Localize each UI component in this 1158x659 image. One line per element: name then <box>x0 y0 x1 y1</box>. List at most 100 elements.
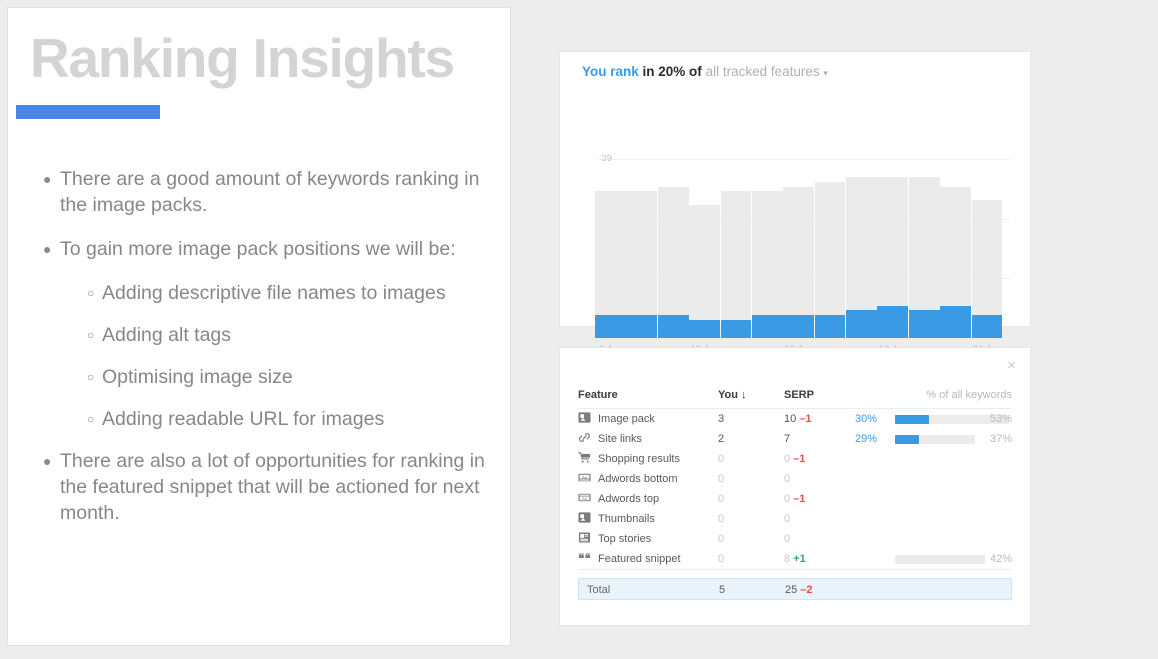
image-pack-icon <box>578 411 591 424</box>
total-you: 5 <box>719 584 726 596</box>
close-icon[interactable]: × <box>1007 358 1016 373</box>
cell-you: 3 <box>718 413 725 425</box>
cell-serp: 0 <box>784 529 854 549</box>
your-percent-label: 30% <box>855 413 878 425</box>
chart-bar-you-rank <box>657 315 689 338</box>
chart-bar-you-rank <box>908 310 940 338</box>
serp-value: 0 <box>784 513 791 525</box>
shopping-cart-icon <box>578 451 591 464</box>
your-percent-label: 29% <box>855 433 878 445</box>
serp-features-table: Feature You ↓ SERP % of all keywords Image p… <box>578 382 1012 600</box>
chart-bar-group[interactable] <box>908 152 940 338</box>
chart-bar-you-rank <box>783 315 815 338</box>
sub-bullet-item: ○ Optimising image size <box>72 364 490 390</box>
slide-canvas: Ranking Insights ● There are a good amoun… <box>0 0 1158 659</box>
chart-bar-group[interactable] <box>751 152 783 338</box>
serp-delta: –1 <box>793 493 806 505</box>
chart-bar-you-rank <box>877 305 909 338</box>
chart-bar-group[interactable] <box>689 152 720 338</box>
bullet-text: There are also a lot of opportunities fo… <box>60 450 485 524</box>
bullet-marker-icon: ○ <box>87 286 95 300</box>
cell-you: 0 <box>718 453 725 465</box>
total-serp-value: 25 <box>785 584 798 596</box>
chart-bar-you-rank <box>814 315 846 338</box>
sub-bullet-item: ○ Adding alt tags <box>72 322 490 348</box>
chart-bar-you-rank <box>971 315 1003 338</box>
bullet-text: Adding descriptive file names to images <box>102 282 446 304</box>
top-stories-icon <box>578 531 591 544</box>
chart-bar-group[interactable] <box>626 152 658 338</box>
serp-delta: +1 <box>793 553 806 565</box>
chart-bar-you-rank <box>626 315 658 338</box>
svg-text:Ad: Ad <box>582 496 587 501</box>
cell-you: 0 <box>718 533 725 545</box>
bullet-text: Adding readable URL for images <box>102 408 385 430</box>
column-header-feature[interactable]: Feature <box>578 382 708 408</box>
cell-you: 0 <box>718 553 725 565</box>
cell-serp: 0 <box>784 469 854 489</box>
adwords-bottom-icon: Ad <box>578 471 591 484</box>
table-row[interactable]: Ad Adwords top 0 0 –1 <box>578 489 1012 509</box>
table-row[interactable]: Image pack 3 10 –1 30% 53% <box>578 409 1012 429</box>
chart-bar-group[interactable] <box>971 152 1003 338</box>
bullet-item: ● There are also a lot of opportunities f… <box>30 448 490 526</box>
bullet-item: ● To gain more image pack positions we wi… <box>30 236 490 262</box>
table-divider <box>578 569 1012 578</box>
column-header-you[interactable]: You ↓ <box>718 382 758 408</box>
serp-value: 7 <box>784 433 791 445</box>
table-row[interactable]: Featured snippet 0 8 +1 42% <box>578 549 1012 569</box>
table-row[interactable]: Site links 2 7 29% 37% <box>578 429 1012 449</box>
cell-serp: 8 +1 <box>784 549 854 569</box>
bullet-marker-icon: ○ <box>87 412 95 426</box>
serp-value: 0 <box>784 473 791 485</box>
cell-feature: Thumbnails <box>578 509 708 529</box>
chart-bar-group[interactable] <box>814 152 846 338</box>
serp-delta: –1 <box>799 413 812 425</box>
column-header-serp[interactable]: SERP <box>784 382 854 408</box>
bullet-marker-icon: ● <box>43 241 52 257</box>
cell-you: 2 <box>718 433 725 445</box>
bullet-marker-icon: ● <box>43 453 52 469</box>
table-total-row: Total 5 25 –2 <box>578 578 1012 600</box>
cell-feature: Image pack <box>578 409 708 429</box>
bullet-text: There are a good amount of keywords rank… <box>60 168 480 216</box>
cell-feature: Ad Adwords top <box>578 489 708 509</box>
chart-bar-you-rank <box>689 319 720 338</box>
column-header-percent[interactable]: % of all keywords <box>902 382 1012 408</box>
cell-serp: 0 –1 <box>784 449 854 469</box>
chart-bar-group[interactable] <box>783 152 815 338</box>
chart-bar-group[interactable] <box>595 152 626 338</box>
serp-value: 0 <box>784 533 791 545</box>
table-row[interactable]: Top stories 0 0 <box>578 529 1012 549</box>
table-row[interactable]: Thumbnails 0 0 <box>578 509 1012 529</box>
cell-percent-all-keywords: 42% <box>989 553 1012 565</box>
chart-bar-group[interactable] <box>720 152 752 338</box>
chart-bar-you-rank <box>940 305 971 338</box>
chart-bar-group[interactable] <box>877 152 909 338</box>
total-serp: 25 –2 <box>785 579 855 601</box>
bullet-marker-icon: ○ <box>87 328 95 342</box>
chart-bar-group[interactable] <box>846 152 877 338</box>
chart-bar-you-rank <box>720 319 752 338</box>
title-accent-bar <box>16 105 160 119</box>
cell-percent-all-keywords: 53% <box>989 413 1012 425</box>
bullet-item: ● There are a good amount of keywords ran… <box>30 166 490 218</box>
page-title: Ranking Insights <box>30 27 455 89</box>
feature-name: Site links <box>598 433 643 445</box>
serp-value: 0 <box>784 453 791 465</box>
svg-text:Ad: Ad <box>582 474 587 479</box>
total-serp-delta: –2 <box>800 584 813 596</box>
table-header-row: Feature You ↓ SERP % of all keywords <box>578 382 1012 409</box>
featured-snippet-icon <box>578 551 591 564</box>
feature-name: Top stories <box>598 533 652 545</box>
chart-bar-you-rank <box>846 310 877 338</box>
serp-value: 10 <box>784 413 797 425</box>
chart-bar-group[interactable] <box>657 152 689 338</box>
table-row[interactable]: Shopping results 0 0 –1 <box>578 449 1012 469</box>
cell-feature: Shopping results <box>578 449 708 469</box>
ranking-bar-chart: 3926139 Jan12 Jan15 Jan18 Jan21 Jan <box>560 52 1030 355</box>
adwords-top-icon: Ad <box>578 491 591 504</box>
table-row[interactable]: Ad Adwords bottom 0 0 <box>578 469 1012 489</box>
chart-bar-group[interactable] <box>940 152 971 338</box>
cell-serp: 0 <box>784 509 854 529</box>
